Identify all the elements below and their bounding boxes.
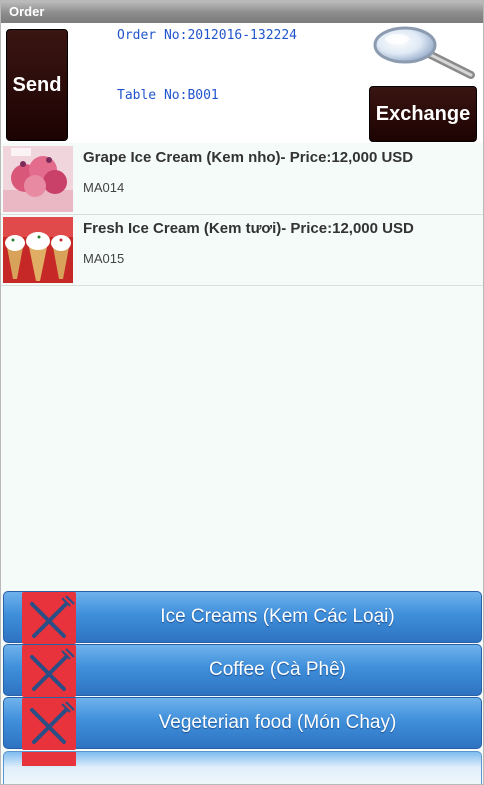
send-button[interactable]: Send [6,29,68,141]
category-label: Coffee (Cà Phê) [209,659,346,680]
fork-knife-icon [22,698,76,750]
category-coffee-button[interactable]: Coffee (Cà Phê) [3,644,482,697]
item-code: MA015 [83,251,125,266]
category-button-partial[interactable] [3,751,482,784]
item-title: Fresh Ice Cream (Kem tươi)- Price:12,000… [83,220,414,237]
order-number: Order No:2012016-132224 [117,28,298,43]
item-title: Grape Ice Cream (Kem nho)- Price:12,000 … [83,149,414,166]
table-number: Table No:B001 [117,88,219,103]
order-list: Grape Ice Cream (Kem nho)- Price:12,000 … [1,144,483,286]
category-ice-creams-button[interactable]: Ice Creams (Kem Các Loại) [3,591,482,644]
fork-knife-icon [22,645,76,697]
category-label: Vegeterian food (Món Chay) [158,712,397,733]
fork-knife-icon [22,592,76,644]
category-label: Ice Creams (Kem Các Loại) [160,606,395,627]
grape-ice-cream-image [3,146,73,212]
window-title: Order [9,4,45,19]
order-header: Send Order No:2012016-132224 Table No:B0… [1,23,483,143]
fresh-ice-cream-image [3,217,73,283]
magnifier-icon[interactable] [371,25,477,81]
order-item[interactable]: Fresh Ice Cream (Kem tươi)- Price:12,000… [1,215,483,286]
item-code: MA014 [83,180,125,195]
order-item[interactable]: Grape Ice Cream (Kem nho)- Price:12,000 … [1,144,483,215]
exchange-button[interactable]: Exchange [369,86,477,142]
title-bar: Order [1,1,483,24]
category-vegetarian-button[interactable]: Vegeterian food (Món Chay) [3,697,482,750]
fork-knife-icon [22,752,76,766]
app-window: Order Send Order No:2012016-132224 Table… [0,0,484,785]
